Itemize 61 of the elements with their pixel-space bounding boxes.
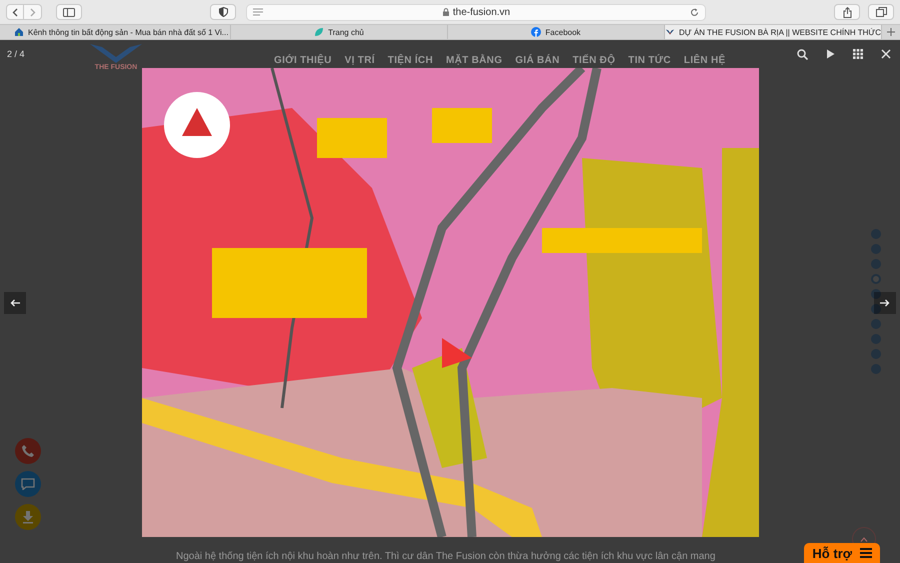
tabs-icon — [876, 7, 886, 17]
download-button[interactable] — [15, 504, 41, 530]
search-icon — [796, 48, 808, 60]
lock-icon — [442, 8, 449, 16]
address-text[interactable]: the-fusion.vn — [452, 6, 510, 18]
plus-icon[interactable] — [887, 28, 895, 36]
browser-tab[interactable]: Trang chủ — [231, 25, 448, 39]
privacy-button[interactable] — [210, 4, 236, 20]
sidebar-button[interactable] — [56, 4, 82, 20]
slide-dot[interactable] — [871, 349, 881, 359]
slide-dot[interactable] — [871, 334, 881, 344]
download-icon — [22, 510, 34, 524]
close-icon — [881, 49, 891, 59]
wings-icon — [665, 27, 675, 37]
slide-dot[interactable] — [871, 259, 881, 269]
zalo-button[interactable] — [15, 471, 41, 497]
tabs-overview-button[interactable] — [868, 4, 894, 20]
browser-tab[interactable]: DỰ ÁN THE FUSION BÀ RỊA || WEBSITE CHÍNH THỨC — [665, 25, 882, 39]
share-button[interactable] — [834, 4, 860, 20]
nav-link[interactable]: MẶT BẰNG — [446, 55, 502, 66]
menu-icon — [860, 548, 872, 558]
nav-link[interactable]: GIỚI THIỆU — [274, 55, 332, 66]
slide-dot[interactable] — [871, 319, 881, 329]
chat-bubble-icon — [20, 478, 36, 490]
nav-link[interactable]: GIÁ BÁN — [515, 55, 560, 66]
facebook-icon — [531, 27, 542, 37]
nav-link[interactable]: LIÊN HỆ — [684, 55, 726, 66]
slide-dot[interactable] — [871, 364, 881, 374]
page-settings-icon[interactable] — [253, 8, 263, 16]
chevron-up-icon — [860, 536, 868, 542]
nav-link[interactable]: TIỆN ÍCH — [388, 55, 433, 66]
phone-icon — [21, 444, 35, 458]
sidebar-icon — [63, 8, 75, 16]
support-button[interactable]: Hỗ trợ — [804, 543, 880, 563]
slide-dot[interactable] — [871, 229, 881, 239]
back-button[interactable] — [6, 4, 24, 20]
chevron-right-icon — [30, 8, 36, 16]
house-icon — [14, 27, 24, 37]
leaf-icon — [314, 27, 324, 37]
wings-logo-icon — [88, 42, 144, 64]
slide-dot[interactable] — [871, 289, 881, 299]
slide-dot[interactable] — [871, 244, 881, 254]
nav-link[interactable]: TIN TỨC — [628, 55, 671, 66]
slide-counter: 2 / 4 — [7, 49, 25, 59]
grid-icon — [853, 49, 863, 59]
share-icon — [842, 6, 852, 18]
next-button[interactable] — [874, 292, 896, 314]
arrow-left-icon — [10, 298, 20, 306]
chevron-left-icon — [12, 8, 18, 16]
play-icon — [826, 49, 834, 59]
body-paragraph: Ngoài hệ thống tiện ích nội khu hoàn như trên. Thì cư dân The Fusion còn thừa hưởng các tiện ích khu vực lân cận mang — [176, 551, 716, 563]
slide-dot[interactable] — [871, 274, 881, 284]
slide-dot[interactable] — [871, 304, 881, 314]
browser-tab[interactable]: Kênh thông tin bất động sản - Mua bán nhà đất số 1 Vi... — [0, 25, 231, 39]
previous-button[interactable] — [4, 292, 26, 314]
nav-link[interactable]: TIẾN ĐỘ — [572, 55, 616, 66]
nav-link[interactable]: VỊ TRÍ — [344, 55, 375, 66]
arrow-right-icon — [880, 298, 890, 306]
shield-icon — [218, 7, 228, 17]
phone-button[interactable] — [15, 438, 41, 464]
reload-icon[interactable] — [690, 8, 699, 16]
